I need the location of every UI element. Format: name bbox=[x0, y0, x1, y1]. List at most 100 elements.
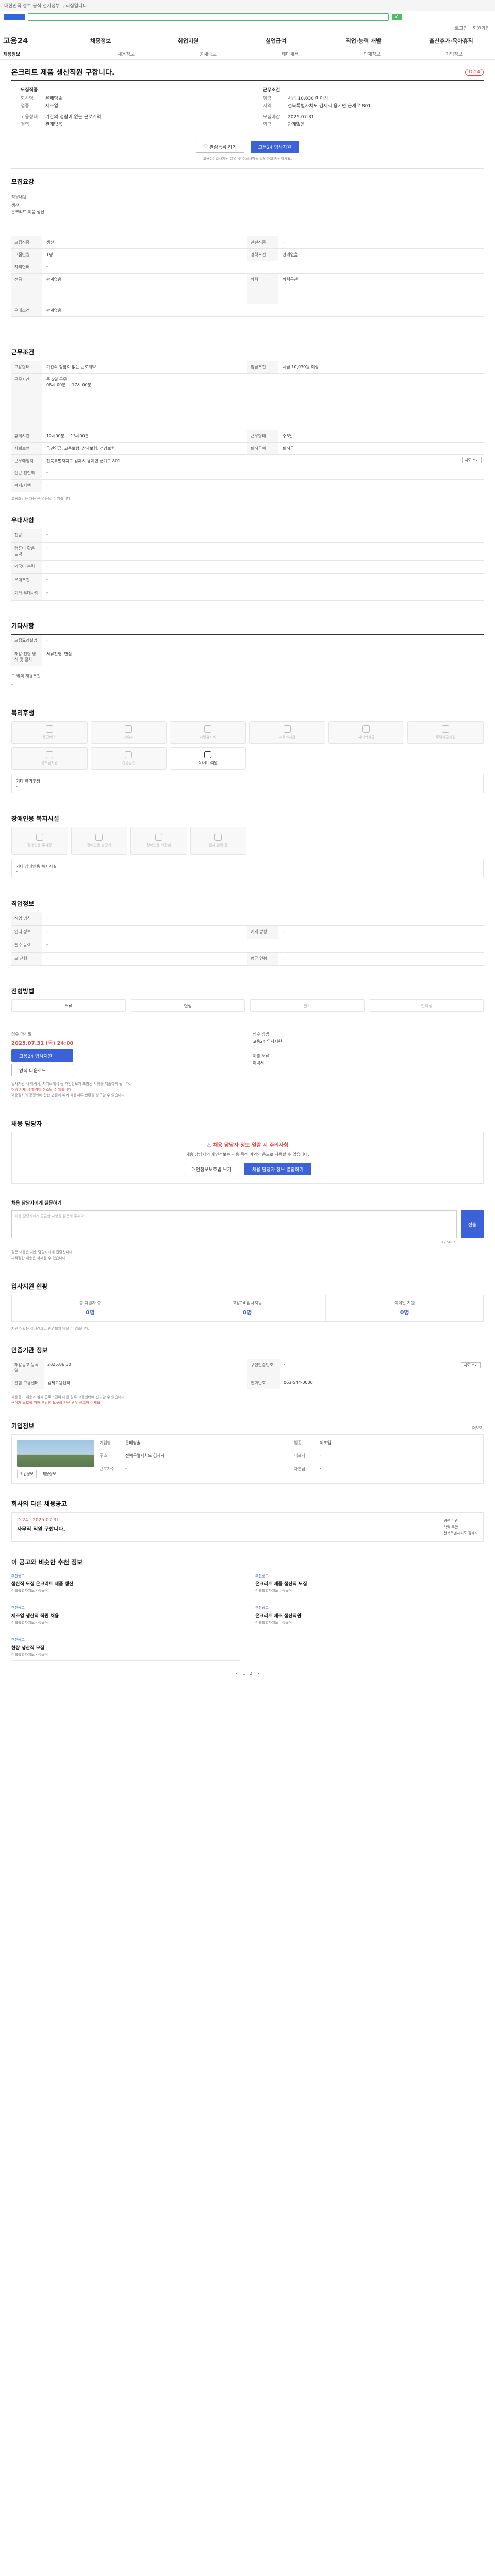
apply-button-2[interactable]: 고용24 입사지원 bbox=[11, 1049, 73, 1062]
preference-table: 전공 - 컴퓨터 활용 능력 - 외국어 능력 - 우대조건 - 기타 우대사항 - bbox=[11, 529, 484, 601]
job-title: 온크리트 제품 생산직원 구합니다. bbox=[11, 69, 115, 77]
logo[interactable] bbox=[4, 14, 25, 20]
status-cell: 고용24 입사지원 0명 bbox=[169, 1295, 326, 1321]
section-title: 복리후생 bbox=[11, 709, 35, 717]
heart-icon: ♡ bbox=[204, 144, 210, 149]
brand-logo[interactable]: 고용24 bbox=[0, 35, 57, 46]
gnb-item-benefit[interactable]: 실업급여 bbox=[232, 37, 320, 45]
section-recruit: 모집요강 직무내용 생산 온크리트 제품 생산 모집직종 생산 관련직종 - 모집인원… bbox=[0, 169, 495, 317]
braille-icon bbox=[214, 834, 222, 841]
step-item: 서류 bbox=[11, 999, 126, 1012]
qa-notes: 질문 내용은 채용 담당자에게 전달됩니다. 부적절한 내용은 삭제될 수 있습… bbox=[11, 1250, 74, 1260]
list-item[interactable]: 추천공고 제조업 생산직 직원 채용 전북특별자치도 · 정규직 bbox=[11, 1602, 240, 1629]
interest-button[interactable]: ♡ 관심등록 하기 bbox=[196, 141, 244, 153]
gov-notice-bar: 대한민국 정부 공식 전자정부 누리집입니다. bbox=[0, 0, 495, 11]
company-jobs-button[interactable]: 채용정보 bbox=[39, 1470, 59, 1478]
other-job-card[interactable]: D-24 · 2025.07.31 사무직 직원 구합니다. 경력 무관 학력 … bbox=[11, 1512, 484, 1542]
apply-button[interactable]: 고용24 입사지원 bbox=[250, 141, 299, 153]
agency-map-button[interactable]: 지도 보기 bbox=[461, 1362, 481, 1368]
list-item[interactable]: 추천공고 현장 생산직 모집 전북특별자치도 · 정규직 bbox=[11, 1634, 240, 1661]
company-photo bbox=[17, 1440, 94, 1467]
info-cell: 전화번호 063-544-0000 bbox=[248, 1377, 484, 1389]
facility-item: 장애인용 승강기 bbox=[71, 827, 127, 855]
summary-deadline: 모집마감 2025.07.31 학력 관계없음 bbox=[263, 115, 315, 127]
lnb-item[interactable]: 채용정보 bbox=[85, 50, 167, 57]
manager-box: ⚠ 채용 담당자 정보 열람 시 주의사항 채용 담당자의 개인정보는 채용 목… bbox=[11, 1132, 484, 1184]
table-row: 우대조건 관계없음 bbox=[11, 304, 484, 317]
gnb-item-training[interactable]: 직업·능력 개발 bbox=[320, 37, 407, 45]
table-row: 복지/사택 - bbox=[11, 480, 484, 492]
status-cell: 총 지원자 수 0명 bbox=[12, 1295, 169, 1321]
section-disability: 장애인용 복지시설 장애인용 주차장 장애인용 승강기 장애인용 화장실 점자 … bbox=[0, 793, 495, 878]
section-title: 채용 담당자 bbox=[11, 1120, 42, 1127]
table-row: 휴게시간 12시00분 ~ 13시00분 근무형태 주5일 bbox=[11, 430, 484, 443]
table-row: 우대조건 - bbox=[11, 574, 484, 587]
lnb-item[interactable]: 인재정보 bbox=[331, 50, 413, 57]
privacy-law-button[interactable]: 개인정보보호법 보기 bbox=[184, 1163, 239, 1175]
company-more-link[interactable]: 더보기 bbox=[472, 1425, 484, 1431]
selection-notes: 입사지원 시 이력서, 자기소개서 등 개인정보가 포함된 서류를 제출하게 됩… bbox=[11, 1082, 130, 1097]
section-title: 채용 담당자에게 질문하기 bbox=[11, 1201, 62, 1206]
send-button[interactable]: 전송 bbox=[461, 1210, 484, 1238]
list-item[interactable]: 추천공고 온크리트 제조 생산직원 전북특별자치도 · 정규직 bbox=[255, 1602, 484, 1629]
form-download-button[interactable]: 양식 다운로드 bbox=[11, 1064, 73, 1076]
car-icon bbox=[204, 725, 212, 733]
map-button[interactable]: 지도 보기 bbox=[462, 457, 482, 463]
other-job-title[interactable]: 사무직 직원 구합니다. bbox=[17, 1524, 65, 1532]
health-icon bbox=[125, 751, 133, 758]
welfare-item: 식사(비)지원 bbox=[170, 747, 246, 770]
lnb-item[interactable]: 테마채용 bbox=[249, 50, 331, 57]
page-1[interactable]: 1 bbox=[243, 1671, 245, 1676]
recommend-grid: 추천공고 생산직 모집 온크리트 제품 생산 전북특별자치도 · 정규직 추천공고 온… bbox=[11, 1570, 484, 1661]
table-row: 근무예정지 전북특별자치도 김제시 용지면 군계로 801 지도 보기 bbox=[11, 455, 484, 467]
table-row: 전공 관계없음 학력 학력무관 bbox=[11, 274, 484, 304]
company-info-button[interactable]: 기업정보 bbox=[17, 1470, 37, 1478]
job-summary: 모집직종 회사명 온메딩솔 업종 제조업 근무조건 임금 시급 10,030원 이상 … bbox=[0, 81, 495, 133]
step-item: 면접 bbox=[130, 999, 245, 1012]
table-row: 모집요강설명 - bbox=[11, 635, 484, 648]
action-buttons: ♡ 관심등록 하기 고용24 입사지원 bbox=[0, 133, 495, 156]
lnb-item[interactable]: 공채속보 bbox=[167, 50, 249, 57]
prev-page[interactable]: < bbox=[235, 1671, 239, 1676]
search-input[interactable] bbox=[28, 13, 389, 21]
page-2[interactable]: 2 bbox=[250, 1671, 252, 1676]
lnb-item[interactable]: 기업정보 bbox=[413, 50, 495, 57]
table-row: 모집직종 생산 관련직종 - bbox=[11, 236, 484, 249]
table-row: 채용·전형 방식 및 절차 서류전형, 면접 bbox=[11, 648, 484, 666]
list-item[interactable]: 추천공고 생산직 모집 온크리트 제품 생산 전북특별자치도 · 정규직 bbox=[11, 1570, 240, 1597]
char-counter: 0 / 500자 bbox=[440, 1240, 457, 1244]
question-textarea[interactable]: 채용 담당자에게 궁금한 사항을 질문해 주세요. bbox=[11, 1210, 457, 1238]
welfare-item: 경조금지원 bbox=[11, 747, 88, 770]
section-title: 기타사항 bbox=[11, 622, 35, 630]
gnb-item-support[interactable]: 취업지원 bbox=[144, 37, 232, 45]
disability-grid: 장애인용 주차장 장애인용 승강기 장애인용 화장실 점자 블록 등 bbox=[11, 827, 366, 855]
gnb-item-jobs[interactable]: 채용정보 bbox=[57, 37, 144, 45]
gnb-item-leave[interactable]: 출산휴가·육아휴직 bbox=[407, 37, 495, 45]
summary-worktype: 고용형태 기간의 정함이 없는 근로계약 경력 관계없음 bbox=[21, 115, 101, 127]
table-row: 인근 전철역 - bbox=[11, 467, 484, 480]
qa-row: 채용 담당자에게 궁금한 사항을 질문해 주세요. 전송 bbox=[11, 1210, 484, 1238]
next-page[interactable]: > bbox=[256, 1671, 260, 1676]
welfare-item: 건강검진 bbox=[90, 747, 167, 770]
dday-badge: D-24 bbox=[465, 69, 484, 76]
view-manager-button[interactable]: 채용 담당자 정보 열람하기 bbox=[244, 1163, 311, 1175]
welfare-item: 통근버스 bbox=[11, 721, 88, 744]
section-company: 기업정보 더보기 기업정보 채용정보 기업명 온메딩솔 업종 제조업 주소 전북특별자… bbox=[0, 1411, 495, 1484]
facility-item: 장애인용 주차장 bbox=[11, 827, 68, 855]
table-row: 외국어 능력 - bbox=[11, 561, 484, 574]
search-button[interactable]: ✓ bbox=[392, 14, 402, 20]
etc-table: 모집요강설명 - 채용·전형 방식 및 절차 서류전형, 면접 bbox=[11, 634, 484, 666]
util-menu: 로그인 회원가입 bbox=[0, 23, 495, 33]
section-title: 우대사항 bbox=[11, 517, 35, 524]
section-title: 회사의 다른 채용공고 bbox=[11, 1500, 67, 1507]
login-link[interactable]: 로그인 bbox=[455, 25, 468, 31]
facility-item: 장애인용 화장실 bbox=[130, 827, 187, 855]
lnb-item[interactable]: 채용정보 bbox=[0, 50, 85, 57]
section-etc: 기타사항 모집요강설명 - 채용·전형 방식 및 절차 서류전형, 면접 그 밖의 … bbox=[0, 601, 495, 688]
list-item[interactable]: 추천공고 온크리트 제품 생산직 모집 전북특별자치도 · 정규직 bbox=[255, 1570, 484, 1597]
info-cell: 구인인증번호 - 지도 보기 bbox=[248, 1359, 484, 1377]
summary-company: 모집직종 회사명 온메딩솔 업종 제조업 bbox=[21, 88, 63, 109]
selection-steps: 서류 면접 필기 인적성 bbox=[11, 999, 484, 1012]
apply-period: 접수 마감일 2025.07.31 (목) 24:00 고용24 입사지원 양식… bbox=[11, 1027, 484, 1076]
signup-link[interactable]: 회원가입 bbox=[473, 25, 490, 31]
